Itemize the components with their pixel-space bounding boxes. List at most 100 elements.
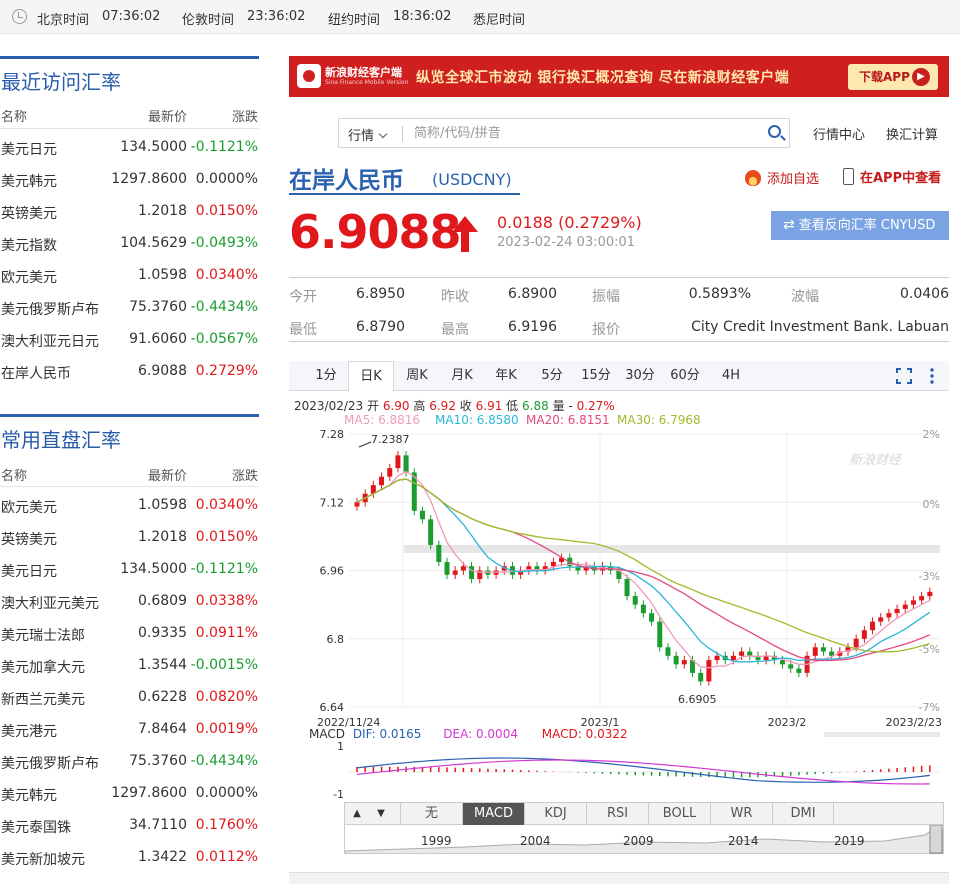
tab-30min[interactable]: 30分 [618, 361, 662, 391]
pair-price: 75.3760 [129, 299, 187, 315]
list-item[interactable]: 新西兰元美元 0.6228 0.0820% [0, 682, 259, 714]
search-icon[interactable] [768, 125, 781, 138]
pair-name: 美元指数 [1, 238, 57, 254]
pair-price: 0.6809 [138, 593, 187, 609]
pct-tick-label: 0% [923, 498, 940, 511]
nav-year-1: 1999 [421, 834, 452, 848]
tab-15min[interactable]: 15分 [574, 361, 618, 391]
quote-stats: 今开 6.8950 昨收 6.8900 振幅 0.5893% 波幅 0.0406… [289, 277, 949, 342]
ind-tab-dmi[interactable]: DMI [772, 803, 834, 825]
title-underline [289, 193, 520, 195]
tab-60min[interactable]: 60分 [663, 361, 707, 391]
stat-label-range: 波幅 [791, 289, 819, 305]
ohlc-close: 6.91 [475, 399, 503, 413]
list-item[interactable]: 英镑美元 1.2018 0.0150% [0, 196, 259, 228]
candle-body [878, 617, 884, 622]
nav-up-icon[interactable]: ▲ [345, 803, 369, 825]
nav-down-icon[interactable]: ▼ [369, 803, 393, 825]
tab-monthly[interactable]: 月K [440, 361, 484, 391]
list-item[interactable]: 美元港元 7.8464 0.0019% [0, 714, 259, 746]
app-promo-banner[interactable]: 新浪财经客户端 Sina Finance Mobile Version 纵览全球… [289, 56, 949, 97]
view-in-app-button[interactable]: 在APP中查看 [843, 167, 941, 186]
ind-tab-rsi[interactable]: RSI [586, 803, 648, 825]
candle-body [796, 668, 802, 673]
max-label: 7.2387 [371, 433, 410, 446]
ind-tab-macd[interactable]: MACD [462, 803, 524, 825]
col-change: 涨跌 [231, 110, 258, 125]
fx-calculator-link[interactable]: 换汇计算 [886, 124, 938, 143]
stat-value-quoter: City Credit Investment Bank. Labuan [691, 319, 949, 335]
direct-table-header: 名称 最新价 涨跌 [0, 465, 259, 487]
pair-change: -0.1121% [190, 139, 258, 155]
stat-value-prevclose: 6.8900 [508, 286, 557, 302]
chart-period-tabs: 1分 日K 周K 月K 年K 5分 15分 30分 60分 4H [289, 361, 949, 392]
stat-label-amplitude: 振幅 [592, 289, 620, 305]
newyork-time: 18:36:02 [393, 9, 452, 24]
ind-tab-kdj[interactable]: KDJ [524, 803, 586, 825]
recent-title: 最近访问汇率 [0, 56, 259, 95]
pair-price: 1.0598 [138, 497, 187, 513]
ind-tab-boll[interactable]: BOLL [648, 803, 710, 825]
pct-tick-label: -7% [919, 701, 940, 714]
list-item[interactable]: 美元日元 134.5000 -0.1121% [0, 554, 259, 586]
search-type-select[interactable]: 行情 [348, 125, 388, 144]
macd-dif-label: DIF: [352, 727, 376, 741]
list-item[interactable]: 美元俄罗斯卢布 75.3760 -0.4434% [0, 746, 259, 778]
list-item[interactable]: 欧元美元 1.0598 0.0340% [0, 490, 259, 522]
list-item[interactable]: 美元指数 104.5629 -0.0493% [0, 228, 259, 260]
list-item[interactable]: 美元新加坡元 1.3422 0.0112% [0, 842, 259, 874]
list-item[interactable]: 澳大利亚元日元 91.6060 -0.0567% [0, 324, 259, 356]
market-center-link[interactable]: 行情中心 [813, 124, 865, 143]
list-item[interactable]: 美元韩元 1297.8600 0.0000% [0, 778, 259, 810]
fullscreen-icon[interactable] [896, 368, 912, 384]
pair-price: 1297.8600 [111, 785, 187, 801]
tab-1min[interactable]: 1分 [304, 361, 348, 391]
macd-dea-label: DEA: [443, 727, 473, 741]
list-item[interactable]: 美元加拿大元 1.3544 -0.0015% [0, 650, 259, 682]
pair-price: 134.5000 [120, 139, 187, 155]
pair-name: 美元加拿大元 [1, 660, 85, 676]
list-item[interactable]: 欧元美元 1.0598 0.0340% [0, 260, 259, 292]
col-change: 涨跌 [231, 469, 258, 484]
list-item[interactable]: 澳大利亚元美元 0.6809 0.0338% [0, 586, 259, 618]
pair-change: 0.0150% [195, 529, 258, 545]
pair-change: 0.2729% [195, 363, 258, 379]
add-favorite-button[interactable]: 添加自选 [745, 168, 819, 187]
world-clock-bar: 北京时间 07:36:02 伦敦时间 23:36:02 纽约时间 18:36:0… [0, 0, 960, 34]
tab-4h[interactable]: 4H [709, 361, 753, 391]
tab-weekly[interactable]: 周K [394, 361, 440, 391]
candle-body [739, 651, 745, 656]
list-item[interactable]: 美元泰国铢 34.7110 0.1760% [0, 810, 259, 842]
banner-slogan: 纵览全球汇市波动 银行换汇概况查询 尽在新浪财经客户端 [416, 70, 790, 86]
tab-yearly[interactable]: 年K [484, 361, 528, 391]
pair-change: 0.0820% [195, 689, 258, 705]
pair-name: 美元新加坡元 [1, 852, 85, 868]
list-item[interactable]: 在岸人民币 6.9088 0.2729% [0, 356, 259, 388]
ind-tab-wr[interactable]: WR [710, 803, 772, 825]
banner-brand-sub: Sina Finance Mobile Version [325, 79, 409, 86]
list-item[interactable]: 美元日元 134.5000 -0.1121% [0, 132, 259, 164]
sina-finance-logo-icon [297, 64, 321, 88]
pair-price: 91.6060 [129, 331, 187, 347]
candle-body [870, 621, 876, 631]
search-input[interactable] [412, 123, 742, 144]
reverse-rate-button[interactable]: ⇄ 查看反向汇率 CNYUSD [771, 211, 949, 240]
kline-chart[interactable]: 7.287.126.966.86.642%0%-3%-5%-7%2022/11/… [289, 420, 960, 860]
pair-change: 0.0338% [195, 593, 258, 609]
pair-change: 0.0340% [195, 267, 258, 283]
list-item[interactable]: 美元俄罗斯卢布 75.3760 -0.4434% [0, 292, 259, 324]
ind-tab-none[interactable]: 无 [400, 803, 462, 825]
tab-5min[interactable]: 5分 [530, 361, 574, 391]
pair-change: 0.0340% [195, 497, 258, 513]
more-vertical-icon[interactable] [930, 367, 934, 385]
nav-year-3: 2009 [623, 834, 654, 848]
search-box: 行情 [338, 118, 790, 148]
list-item[interactable]: 英镑美元 1.2018 0.0150% [0, 522, 259, 554]
download-app-button[interactable]: 下载APP ▶ [848, 64, 938, 90]
divider [402, 126, 403, 142]
ohlc-high-label: 高 [413, 399, 426, 413]
list-item[interactable]: 美元瑞士法郎 0.9335 0.0911% [0, 618, 259, 650]
candle-body [395, 455, 401, 469]
tab-daily[interactable]: 日K [348, 361, 394, 392]
list-item[interactable]: 美元韩元 1297.8600 0.0000% [0, 164, 259, 196]
